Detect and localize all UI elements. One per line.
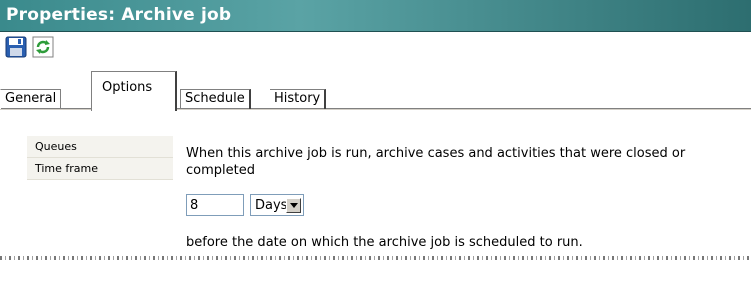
save-icon[interactable] — [4, 35, 28, 59]
tab-general[interactable]: General — [0, 89, 62, 109]
unit-select[interactable]: Days — [250, 194, 304, 216]
after-text: before the date on which the archive job… — [186, 235, 583, 250]
nav-panel-empty-area — [27, 180, 173, 266]
tab-options[interactable]: Options — [91, 71, 177, 111]
window-title: Properties: Archive job — [6, 5, 232, 25]
tab-history[interactable]: History — [270, 89, 327, 109]
archive-description: When this archive job is run, archive ca… — [186, 146, 686, 178]
dotted-divider — [0, 256, 751, 260]
options-nav-panel: Queues Time frame — [27, 136, 173, 266]
tab-strip: General Options Schedule History — [0, 62, 751, 112]
amount-input[interactable] — [186, 194, 244, 216]
nav-item-queues[interactable]: Queues — [27, 136, 173, 158]
dropdown-arrow-icon[interactable] — [286, 198, 301, 213]
tab-schedule[interactable]: Schedule — [180, 89, 251, 109]
toolbar — [0, 32, 751, 62]
time-frame-content: When this archive job is run, archive ca… — [186, 145, 746, 179]
refresh-icon[interactable] — [31, 35, 55, 59]
nav-item-time-frame[interactable]: Time frame — [27, 158, 173, 180]
window-title-bar: Properties: Archive job — [0, 0, 751, 32]
unit-select-value: Days — [255, 198, 288, 213]
